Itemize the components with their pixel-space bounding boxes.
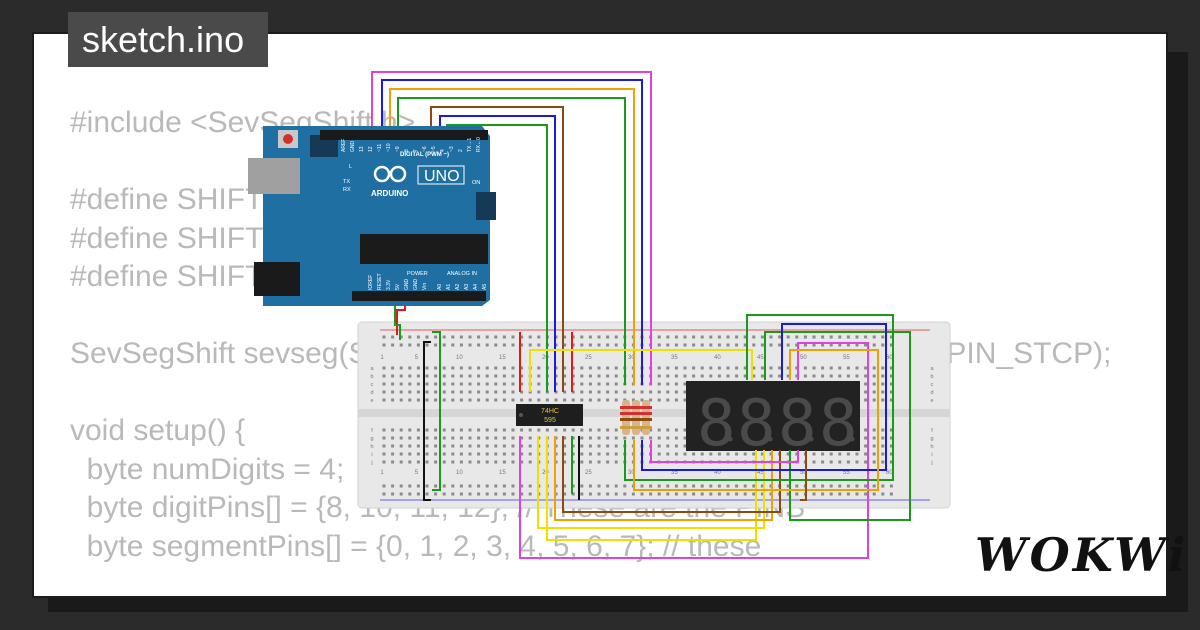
column-number: 10 [456, 470, 463, 476]
pin-label: ~6 [422, 146, 428, 152]
pin-label: A0 [437, 284, 443, 290]
pin-label: 4 [440, 149, 446, 152]
row-letter: g [370, 436, 373, 442]
display-digit: 8 [697, 387, 736, 461]
row-letter: d [930, 390, 933, 396]
pin-label: 8 [404, 149, 410, 152]
column-number: 10 [456, 355, 463, 361]
display-digit: 8 [819, 387, 858, 461]
row-letter: e [930, 398, 933, 404]
wokwi-logo: WOKWi [975, 528, 1189, 582]
display-digit: 8 [737, 387, 776, 461]
power-label: POWER [407, 271, 428, 277]
column-number: 45 [757, 355, 764, 361]
arduino-logo-text: ARDUINO [371, 189, 408, 198]
resistor-array [620, 400, 652, 435]
column-number: 25 [585, 355, 592, 361]
row-letter: i [931, 452, 932, 458]
pin-label: A1 [446, 284, 452, 290]
analog-label: ANALOG IN [447, 271, 477, 277]
pin-label: 3.3V [386, 279, 392, 290]
pin-label: A2 [455, 284, 461, 290]
pin-label: 2 [458, 149, 464, 152]
row-letter: c [931, 382, 934, 388]
row-letter: h [930, 444, 933, 450]
row-letter: c [371, 382, 374, 388]
pin-label: A3 [464, 284, 470, 290]
pin-label: A5 [482, 284, 488, 290]
pin-label: 12 [368, 146, 374, 152]
column-number: 25 [585, 470, 592, 476]
row-letter: h [370, 444, 373, 450]
led-label: ON [472, 180, 480, 186]
row-letter: b [930, 374, 933, 380]
pin-label: GND [350, 141, 356, 153]
pin-label: TX→1 [467, 138, 473, 152]
pin-label: 7 [413, 149, 419, 152]
pin-label: IOREF [368, 275, 374, 290]
row-letter: g [930, 436, 933, 442]
chip-label-2: 595 [544, 417, 556, 424]
atmega-chip [360, 234, 488, 264]
power-analog-header [352, 291, 486, 301]
pin-label: AREF [341, 139, 347, 152]
pin-label: RESET [377, 273, 383, 290]
row-letter: d [370, 390, 373, 396]
row-letter: j [370, 460, 372, 466]
seven-segment-display: 8 8 8 8 [686, 381, 860, 461]
chip-label-1: 74HC [541, 408, 559, 415]
column-number: 55 [843, 355, 850, 361]
led-label: L [349, 164, 352, 170]
led-label: TX [343, 179, 350, 185]
row-letter: b [370, 374, 373, 380]
shift-register-chip: 74HC 595 [516, 404, 583, 426]
pin-label: 13 [359, 146, 365, 152]
board-model: UNO [424, 168, 460, 185]
pin-label: Vin [422, 283, 428, 290]
column-number: 35 [671, 355, 678, 361]
column-number: 40 [714, 355, 721, 361]
pin-label: GND [404, 279, 410, 291]
column-number: 20 [542, 470, 549, 476]
row-letter: e [370, 398, 373, 404]
pin-label: ~9 [395, 146, 401, 152]
pin-label: GND [413, 279, 419, 291]
row-letter: i [371, 452, 372, 458]
pin-label: ~3 [449, 146, 455, 152]
pin-label: A4 [473, 284, 479, 290]
pin-label: 5V [395, 283, 401, 290]
display-digit: 8 [778, 387, 817, 461]
pin-label: ~10 [386, 143, 392, 152]
digital-header [320, 130, 488, 140]
pin-label: RX←0 [476, 137, 482, 152]
column-number: 15 [499, 470, 506, 476]
column-number: 15 [499, 355, 506, 361]
led-label: RX [343, 187, 351, 193]
row-letter: j [930, 460, 932, 466]
arduino-uno-board: DIGITAL (PWM ~) ARDUINO UNO POWER ANALOG… [248, 126, 496, 306]
pin-label: ~11 [377, 144, 383, 152]
column-number: 50 [800, 355, 807, 361]
column-number: 20 [542, 355, 549, 361]
pin-label: ~5 [431, 146, 437, 152]
